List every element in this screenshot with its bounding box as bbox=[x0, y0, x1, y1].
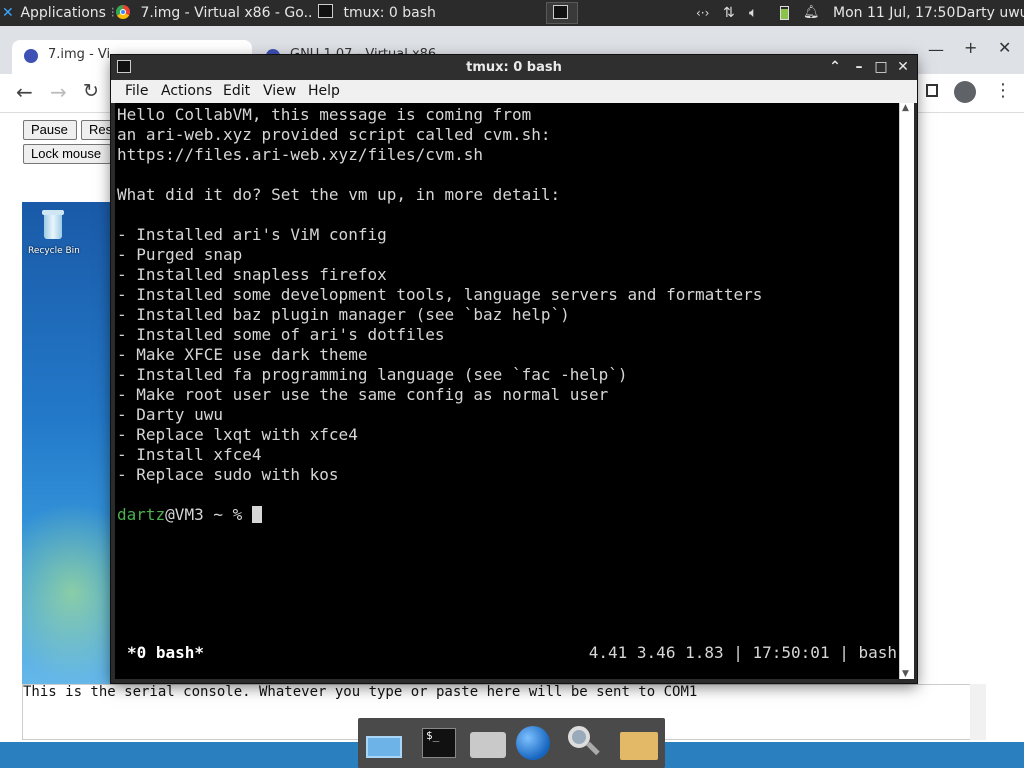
terminal-line: - Install xfce4 bbox=[117, 445, 262, 464]
top-panel: ✕ Applications ⁝ 7.img - Virtual x86 - G… bbox=[0, 0, 1024, 26]
active-window-indicator[interactable] bbox=[546, 2, 578, 24]
tmux-status-right: 4.41 3.46 1.83 | 17:50:01 | bash bbox=[588, 643, 897, 662]
minimize-icon[interactable]: — bbox=[928, 40, 944, 59]
taskbar-item-terminal[interactable]: tmux: 0 bash bbox=[312, 2, 510, 24]
terminal-line: - Installed baz plugin manager (see `baz… bbox=[117, 305, 570, 324]
terminal-line: - Replace sudo with kos bbox=[117, 465, 339, 484]
terminal-launcher-icon[interactable]: $_ bbox=[420, 724, 460, 762]
terminal-menubar: File Actions Edit View Help bbox=[111, 80, 917, 103]
terminal-line: an ari-web.xyz provided script called cv… bbox=[117, 125, 551, 144]
xfce-logo-icon: ✕ bbox=[2, 5, 14, 21]
terminal-line: - Installed some development tools, lang… bbox=[117, 285, 763, 304]
maximize-icon[interactable]: □ bbox=[871, 57, 891, 77]
minimize-icon[interactable]: – bbox=[849, 57, 869, 77]
terminal-icon bbox=[117, 60, 131, 73]
network-icon[interactable]: ‹·› bbox=[696, 5, 712, 21]
reset-button[interactable]: Res bbox=[81, 120, 113, 140]
terminal-body[interactable]: Hello CollabVM, this message is coming f… bbox=[115, 103, 899, 679]
forward-icon[interactable]: → bbox=[50, 80, 67, 104]
terminal-title: tmux: 0 bash bbox=[466, 60, 562, 75]
tab-vm-label: 7.img - Vi bbox=[48, 47, 111, 62]
folder-icon[interactable] bbox=[618, 724, 658, 762]
notifications-icon[interactable]: 🔔︎ bbox=[803, 5, 820, 21]
profile-avatar[interactable] bbox=[954, 81, 976, 103]
terminal-line: Hello CollabVM, this message is coming f… bbox=[117, 105, 532, 124]
user-menu[interactable]: Darty uwu bbox=[956, 0, 1024, 26]
web-browser-icon[interactable] bbox=[514, 724, 554, 762]
terminal-line: https://files.ari-web.xyz/files/cvm.sh bbox=[117, 145, 484, 164]
terminal-line: - Installed ari's ViM config bbox=[117, 225, 387, 244]
terminal-line: - Purged snap bbox=[117, 245, 243, 264]
pause-button[interactable]: Pause bbox=[23, 120, 77, 140]
search-icon[interactable] bbox=[564, 724, 604, 762]
taskbar-item-terminal-label: tmux: 0 bash bbox=[343, 5, 436, 21]
reload-icon[interactable]: ↻ bbox=[83, 80, 99, 102]
maximize-icon[interactable]: + bbox=[964, 38, 977, 57]
menu-view[interactable]: View bbox=[263, 82, 296, 101]
terminal-line: - Make root user use the same config as … bbox=[117, 385, 609, 404]
terminal-line: - Installed fa programming language (see… bbox=[117, 365, 628, 384]
tmux-window-list: *0 bash* bbox=[127, 643, 205, 662]
taskbar-item-browser-label: 7.img - Virtual x86 - Go... bbox=[140, 5, 312, 21]
tmux-status-bar: *0 bash* 4.41 3.46 1.83 | 17:50:01 | bas… bbox=[127, 643, 897, 663]
terminal-scrollbar[interactable]: ▲ ▼ bbox=[899, 103, 914, 679]
terminal-titlebar[interactable]: tmux: 0 bash ⌃ – □ ✕ bbox=[111, 55, 917, 80]
shell-prompt[interactable]: dartz@VM3 ~ % bbox=[117, 505, 762, 525]
terminal-line: - Replace lxqt with xfce4 bbox=[117, 425, 358, 444]
show-desktop-icon[interactable] bbox=[364, 724, 404, 762]
applications-menu[interactable]: ✕ Applications ⁝ bbox=[2, 0, 115, 26]
applications-label: Applications bbox=[20, 5, 106, 21]
volume-icon[interactable]: 🔈︎ bbox=[749, 5, 765, 21]
close-icon[interactable]: ✕ bbox=[893, 57, 913, 77]
terminal-window: tmux: 0 bash ⌃ – □ ✕ File Actions Edit V… bbox=[111, 55, 917, 683]
menu-file[interactable]: File bbox=[125, 82, 148, 101]
bottom-dock: $_ bbox=[358, 718, 665, 768]
menu-edit[interactable]: Edit bbox=[223, 82, 250, 101]
transfer-icon[interactable]: ⇅ bbox=[723, 5, 739, 21]
kebab-menu-icon[interactable]: ⋮ bbox=[994, 80, 1012, 101]
terminal-output: Hello CollabVM, this message is coming f… bbox=[117, 105, 762, 525]
lock-mouse-button[interactable]: Lock mouse bbox=[23, 144, 111, 164]
terminal-line: - Darty uwu bbox=[117, 405, 223, 424]
menu-help[interactable]: Help bbox=[308, 82, 340, 101]
menu-actions[interactable]: Actions bbox=[161, 82, 212, 101]
vm-screen[interactable]: Recycle Bin e bbox=[22, 202, 112, 742]
chrome-icon bbox=[116, 5, 130, 19]
win7-light-streak bbox=[22, 502, 112, 682]
scroll-up-icon[interactable]: ▲ bbox=[902, 103, 909, 113]
terminal-line: - Installed some of ari's dotfiles bbox=[117, 325, 445, 344]
prompt-user: dartz bbox=[117, 505, 166, 524]
terminal-icon bbox=[318, 4, 333, 18]
clock[interactable]: Mon 11 Jul, 17:50 bbox=[833, 0, 955, 26]
terminal-line: What did it do? Set the vm up, in more d… bbox=[117, 185, 561, 204]
serial-console-text: This is the serial console. Whatever you… bbox=[23, 684, 698, 700]
text-cursor bbox=[251, 506, 262, 523]
recycle-bin-label: Recycle Bin bbox=[28, 246, 80, 256]
terminal-line: - Make XFCE use dark theme bbox=[117, 345, 368, 364]
terminal-line: - Installed snapless firefox bbox=[117, 265, 387, 284]
close-icon[interactable]: ✕ bbox=[998, 38, 1011, 57]
terminal-icon bbox=[553, 5, 568, 19]
vm-favicon bbox=[24, 49, 38, 63]
taskbar-item-browser[interactable]: 7.img - Virtual x86 - Go... bbox=[110, 2, 312, 24]
serial-scrollbar[interactable] bbox=[970, 684, 986, 740]
back-icon[interactable]: ← bbox=[16, 80, 33, 104]
home-folder-icon[interactable] bbox=[468, 724, 508, 762]
scroll-down-icon[interactable]: ▼ bbox=[902, 669, 909, 679]
sidepanel-icon[interactable] bbox=[926, 84, 938, 97]
recycle-bin-icon[interactable] bbox=[40, 210, 66, 240]
battery-icon[interactable] bbox=[777, 5, 793, 21]
prompt-host-path: @VM3 ~ % bbox=[165, 505, 252, 524]
chevron-up-icon[interactable]: ⌃ bbox=[825, 57, 845, 77]
